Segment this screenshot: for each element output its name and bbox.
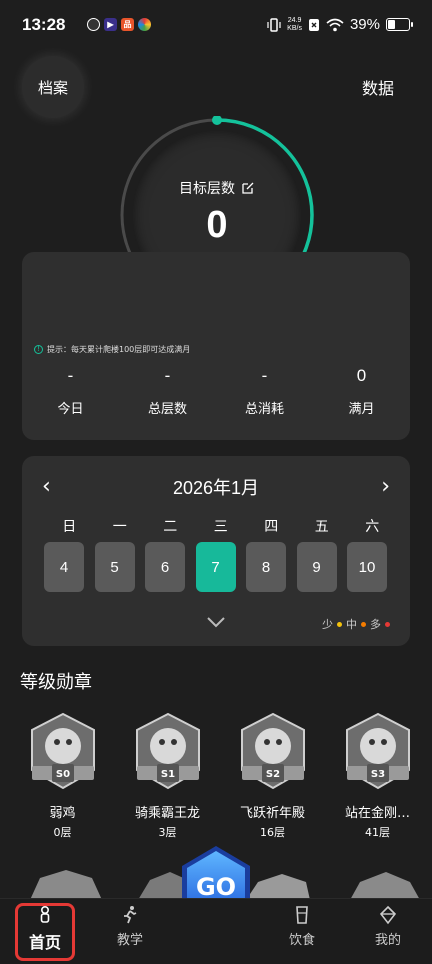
chevron-down-icon[interactable] <box>206 616 226 632</box>
browser-app-icon <box>138 18 151 31</box>
calendar-day[interactable]: 7 <box>195 542 236 592</box>
weekday-label: 日 <box>62 519 77 535</box>
badge-item[interactable]: S0 弱鸡 0层 <box>10 712 115 840</box>
calendar-header: ‹ 2026年1月 › <box>22 472 410 502</box>
battery-icon <box>386 18 413 31</box>
weekday-label: 三 <box>213 519 228 535</box>
calendar-day[interactable]: 5 <box>94 542 135 592</box>
badge-floors: 0层 <box>53 826 72 839</box>
goal-label-row: 目标层数 <box>179 178 255 198</box>
badge-name: 骑乘霸王龙 <box>134 806 200 821</box>
nav-mine-label: 我的 <box>374 933 401 948</box>
wifi-icon <box>326 18 344 31</box>
chevron-right-icon[interactable]: › <box>381 474 390 499</box>
go-label: GO <box>196 873 236 901</box>
day-row: 4 5 6 7 8 9 10 <box>44 542 398 592</box>
status-app-icons: ▶ 品 <box>87 18 151 31</box>
stats-card: ! 提示：每天累计爬楼100层即可达成满月 - 今日 - 总层数 - 总消耗 0… <box>22 252 410 440</box>
app-notification-icon <box>87 18 100 31</box>
badge-item[interactable]: S3 站在金刚… 41层 <box>325 712 430 840</box>
weekday-label: 一 <box>112 519 127 535</box>
video-app-icon: ▶ <box>104 18 117 31</box>
stats-row: - 今日 - 总层数 - 总消耗 0 满月 <box>22 366 410 417</box>
calendar-day[interactable]: 10 <box>347 542 387 592</box>
badge-list: S0 弱鸡 0层 S1 骑乘霸王龙 3层 S2 飞跃祈年殿 16层 S3 站在金刚… 41层 <box>10 712 430 840</box>
badges-title: 等级勋章 <box>20 672 92 693</box>
calendar-day[interactable]: 4 <box>44 542 84 592</box>
data-button[interactable]: 数据 <box>362 75 394 99</box>
nav-teaching-label: 教学 <box>116 933 143 948</box>
weekday-label: 二 <box>163 519 178 535</box>
archive-label: 档案 <box>37 78 68 97</box>
badge-name: 飞跃祈年殿 <box>239 806 305 821</box>
medal-icon: S3 <box>345 712 410 790</box>
stat-today: - 今日 <box>57 366 84 417</box>
calendar-card: ‹ 2026年1月 › 日 一 二 三 四 五 六 4 5 6 7 8 9 10… <box>22 456 410 646</box>
badge-floors: 16层 <box>260 826 285 839</box>
weekday-row: 日 一 二 三 四 五 六 <box>44 516 398 536</box>
calendar-day[interactable]: 8 <box>246 542 286 592</box>
medal-icon: S0 <box>30 712 95 790</box>
svg-text:S1: S1 <box>160 769 174 780</box>
svg-text:S2: S2 <box>265 769 279 780</box>
status-time: 13:28 <box>22 15 66 34</box>
svg-text:S0: S0 <box>55 769 69 780</box>
sim-disabled-icon <box>308 18 319 31</box>
goal-label: 目标层数 <box>179 180 235 197</box>
stat-full-moon: 0 满月 <box>348 366 375 417</box>
status-bar: 13:28 ▶ 品 24.9 KB/s 39% <box>0 0 432 50</box>
badge-item[interactable]: S1 骑乘霸王龙 3层 <box>115 712 220 840</box>
archive-button[interactable]: 档案 <box>22 56 84 118</box>
cup-icon <box>296 906 308 924</box>
edit-icon[interactable] <box>241 181 255 195</box>
medal-icon: S1 <box>135 712 200 790</box>
weekday-label: 四 <box>264 519 279 535</box>
badge-item[interactable]: S2 飞跃祈年殿 16层 <box>220 712 325 840</box>
badge-name: 弱鸡 <box>49 806 76 821</box>
calendar-day[interactable]: 9 <box>296 542 337 592</box>
nav-teaching[interactable]: 教学 <box>100 905 160 948</box>
vibrate-icon <box>267 17 281 32</box>
tip-row: ! 提示：每天累计爬楼100层即可达成满月 <box>34 344 190 355</box>
weekday-label: 六 <box>365 519 380 535</box>
net-speed: 24.9 KB/s <box>287 16 302 32</box>
home-highlight-frame <box>15 903 75 961</box>
running-icon <box>124 906 137 924</box>
badge-floors: 3层 <box>158 826 177 839</box>
weekday-label: 五 <box>314 519 329 535</box>
medal-icon: S2 <box>240 712 305 790</box>
info-icon: ! <box>34 345 43 354</box>
nav-mine[interactable]: 我的 <box>358 905 418 948</box>
calendar-title: 2026年1月 <box>172 478 260 498</box>
calendar-legend: 少 中 多 <box>322 616 390 632</box>
goal-value: 0 <box>206 203 228 246</box>
svg-text:S3: S3 <box>370 769 384 780</box>
stat-total-consumption: - 总消耗 <box>244 366 284 417</box>
badge-name: 站在金刚… <box>344 806 410 821</box>
profile-icon <box>379 905 397 925</box>
calendar-day[interactable]: 6 <box>145 542 185 592</box>
stat-total-floors: - 总层数 <box>147 366 187 417</box>
nav-diet-label: 饮食 <box>288 933 315 948</box>
tip-text: 提示：每天累计爬楼100层即可达成满月 <box>47 345 191 354</box>
status-right: 24.9 KB/s 39% <box>267 16 413 33</box>
badge-floors: 41层 <box>365 826 390 839</box>
battery-percent: 39% <box>349 16 380 33</box>
nav-diet[interactable]: 饮食 <box>272 905 332 948</box>
shopping-app-icon: 品 <box>121 18 134 31</box>
